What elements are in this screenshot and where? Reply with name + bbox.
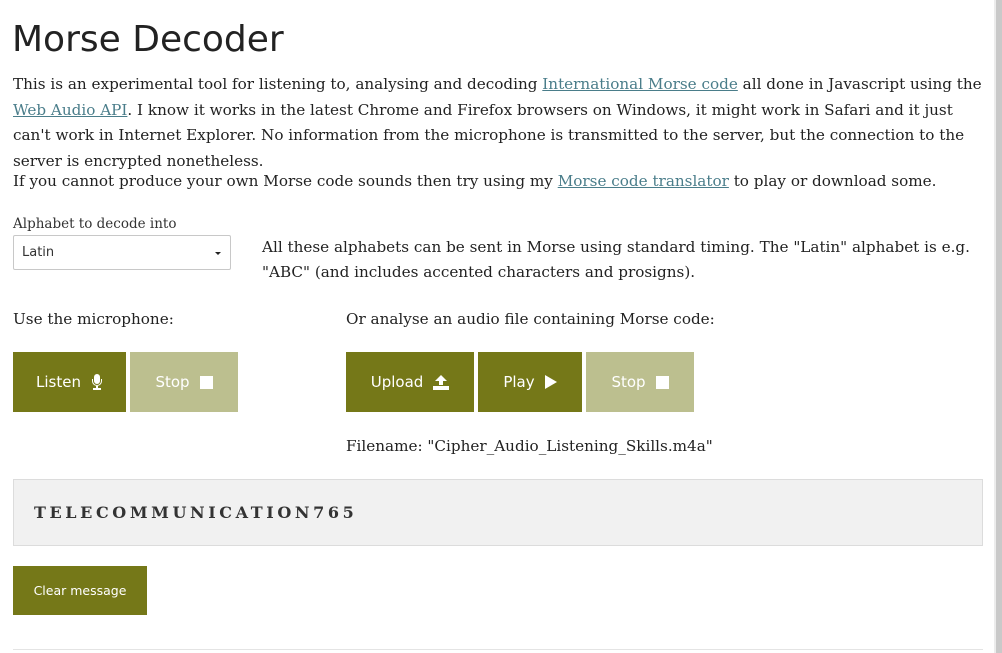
international-morse-code-link[interactable]: International Morse code <box>542 75 738 93</box>
upload-button-label: Upload <box>370 373 424 391</box>
stop-microphone-button[interactable]: Stop <box>130 352 238 412</box>
alphabet-select[interactable]: Latin <box>13 235 231 270</box>
upload-icon <box>433 374 450 390</box>
stop-square-icon <box>199 375 213 389</box>
decoded-message-box: TELECOMMUNICATION765 <box>13 479 983 546</box>
translator-text-1: If you cannot produce your own Morse cod… <box>13 172 558 190</box>
play-button[interactable]: Play <box>478 352 582 412</box>
file-section-label: Or analyse an audio file containing Mors… <box>346 310 715 328</box>
caret-down-icon <box>215 252 221 255</box>
bottom-divider <box>13 649 983 650</box>
intro-text-3: . I know it works in the latest Chrome a… <box>13 100 965 171</box>
web-audio-api-link[interactable]: Web Audio API <box>13 101 127 119</box>
intro-paragraph: This is an experimental tool for listeni… <box>13 72 988 175</box>
intro-text-2: all done in Javascript using the <box>737 75 982 93</box>
intro-text-1: This is an experimental tool for listeni… <box>13 75 543 93</box>
stop-file-button[interactable]: Stop <box>586 352 694 412</box>
play-icon <box>544 375 557 389</box>
translator-text-2: to play or download some. <box>728 172 937 190</box>
alphabet-select-label: Alphabet to decode into <box>13 216 177 232</box>
listen-button-label: Listen <box>36 373 81 391</box>
stop-square-icon <box>655 375 669 389</box>
stop-file-button-label: Stop <box>611 373 646 391</box>
alphabet-select-value: Latin <box>22 245 55 260</box>
morse-code-translator-link[interactable]: Morse code translator <box>558 172 729 190</box>
microphone-icon <box>91 374 103 390</box>
translator-paragraph: If you cannot produce your own Morse cod… <box>13 169 988 194</box>
microphone-section-label: Use the microphone: <box>13 310 174 328</box>
page-right-border <box>996 0 1002 653</box>
filename-text: Filename: "Cipher_Audio_Listening_Skills… <box>346 437 713 455</box>
upload-button[interactable]: Upload <box>346 352 474 412</box>
clear-message-button[interactable]: Clear message <box>13 566 147 615</box>
play-button-label: Play <box>503 373 535 391</box>
listen-button[interactable]: Listen <box>13 352 126 412</box>
alphabet-note: All these alphabets can be sent in Morse… <box>262 238 970 281</box>
stop-microphone-button-label: Stop <box>155 373 190 391</box>
page-title: Morse Decoder <box>12 19 284 60</box>
decoded-message-text: TELECOMMUNICATION765 <box>34 503 358 522</box>
